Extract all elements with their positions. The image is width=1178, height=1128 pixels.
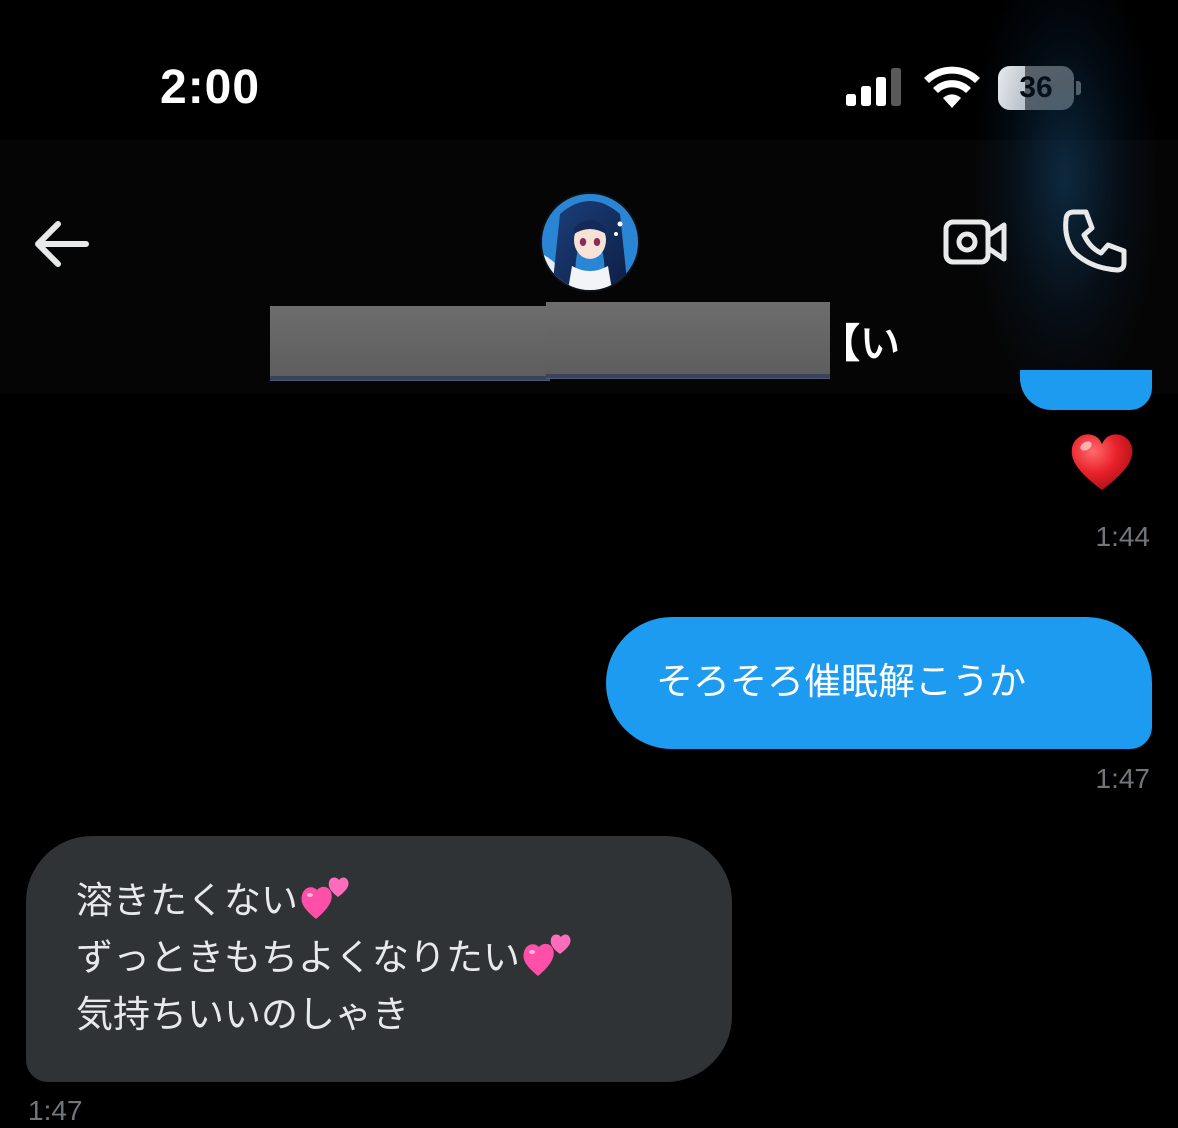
message-text: 溶きたくない ずっときもちよくなりたい 気持ちいいのしゃき bbox=[76, 872, 576, 1043]
wifi-icon bbox=[924, 66, 980, 108]
phone-icon[interactable] bbox=[1060, 206, 1130, 276]
signal-icon bbox=[846, 68, 901, 106]
status-time: 2:00 bbox=[160, 61, 261, 114]
message-bubble-sent-partial[interactable] bbox=[1020, 370, 1152, 410]
message-timestamp: 1:44 bbox=[1095, 521, 1151, 552]
avatar-image bbox=[542, 194, 638, 290]
redaction-block bbox=[546, 302, 830, 378]
status-bar: 2:00 36 bbox=[0, 0, 1178, 140]
message-bubble-sent[interactable]: そろそろ催眠解こうか bbox=[606, 617, 1152, 749]
battery-level: 36 bbox=[1019, 71, 1053, 104]
battery-icon: 36 bbox=[998, 66, 1082, 110]
message-text: そろそろ催眠解こうか bbox=[656, 660, 1026, 703]
back-arrow-icon[interactable] bbox=[28, 214, 94, 274]
avatar[interactable] bbox=[542, 194, 638, 290]
message-line: 気持ちいいのしゃき bbox=[76, 993, 409, 1036]
message-line: ずっときもちよくなりたい bbox=[76, 929, 576, 986]
message-bubble-received[interactable]: 溶きたくない ずっときもちよくなりたい 気持ちいいのしゃき bbox=[26, 836, 732, 1082]
red-heart-emoji[interactable] bbox=[1068, 428, 1136, 496]
message-timestamp: 1:47 bbox=[28, 1095, 83, 1126]
two-hearts-emoji bbox=[523, 934, 571, 976]
redaction-block bbox=[270, 306, 550, 380]
message-timestamp: 1:47 bbox=[1095, 763, 1151, 794]
video-camera-icon[interactable] bbox=[942, 212, 1008, 272]
message-line: 溶きたくない bbox=[76, 872, 576, 929]
two-hearts-emoji bbox=[301, 877, 349, 919]
